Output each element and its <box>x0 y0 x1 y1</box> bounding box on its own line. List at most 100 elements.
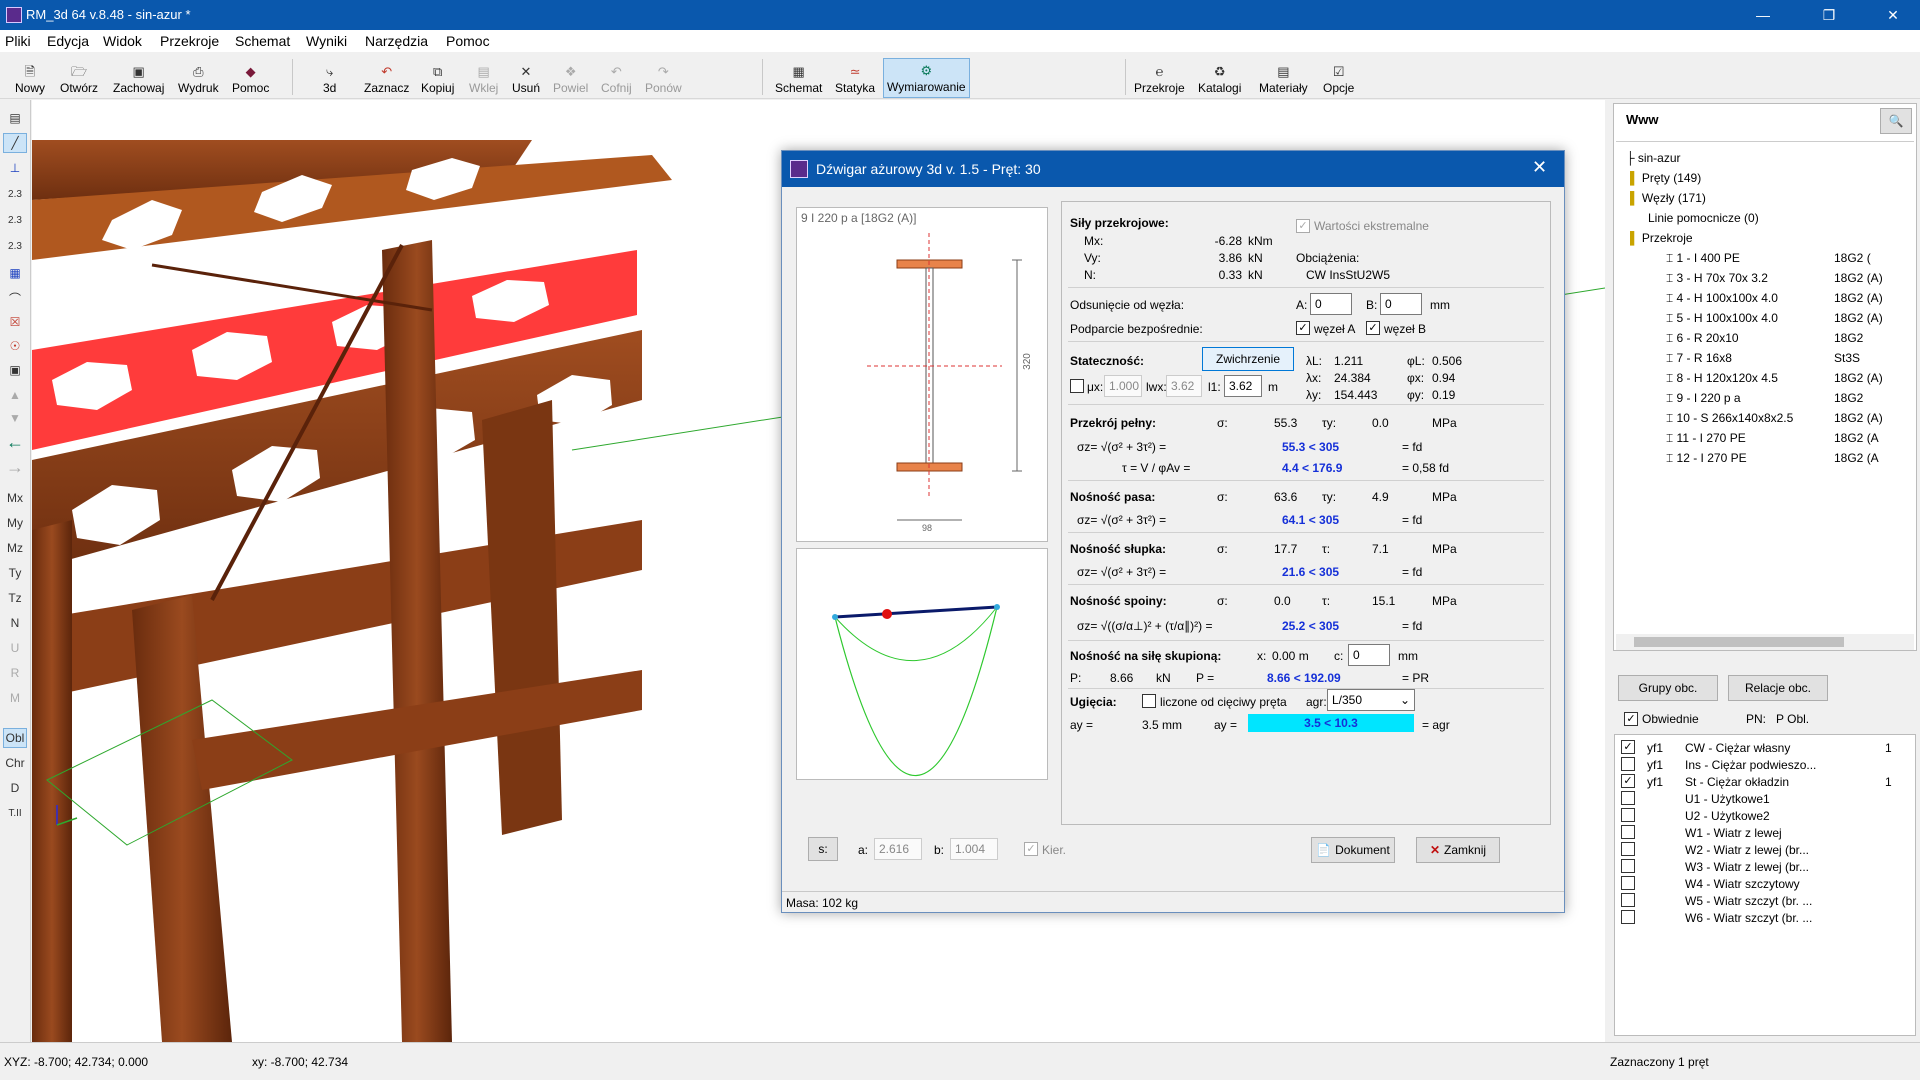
grid-icon[interactable]: ▦ <box>3 263 27 283</box>
tree-item-guides[interactable]: Linie pomocnicze (0) <box>1648 211 1759 225</box>
node-b-checkbox[interactable]: ✓ <box>1366 321 1380 335</box>
tree-root[interactable]: ├ sin-azur <box>1626 151 1681 165</box>
load-case-row[interactable]: ✓ yf1 CW - Ciężar własny 1 <box>1615 739 1915 756</box>
direction-checkbox[interactable]: ✓ <box>1024 842 1038 856</box>
dialog-close-icon[interactable]: ✕ <box>1532 157 1547 178</box>
tree-section-item[interactable]: ⌶ 8 - H 120x120x 4.5 18G2 (A) <box>1666 371 1911 386</box>
close-window-button[interactable]: ✕ <box>1870 0 1916 30</box>
load-case-checkbox[interactable] <box>1621 910 1635 924</box>
b-input[interactable]: 1.004 <box>950 838 998 860</box>
opcje-button[interactable]: ☑ Opcje <box>1320 56 1357 98</box>
result-my[interactable]: My <box>3 513 27 533</box>
view-3d-button[interactable]: ⤷ 3d <box>320 56 339 98</box>
load-tool-2[interactable]: 2.3 <box>3 210 27 230</box>
tree-section-item[interactable]: ⌶ 11 - I 270 PE 18G2 (A <box>1666 431 1911 446</box>
redo-button[interactable]: ↷ Ponów <box>642 56 685 98</box>
menu-przekroje[interactable]: Przekroje <box>160 33 219 49</box>
tree-horizontal-scrollbar[interactable] <box>1616 634 1914 650</box>
tree-section-item[interactable]: ⌶ 3 - H 70x 70x 3.2 18G2 (A) <box>1666 271 1911 286</box>
load-case-checkbox[interactable] <box>1621 825 1635 839</box>
load-relations-button[interactable]: Relacje obc. <box>1728 675 1828 701</box>
load-case-checkbox[interactable] <box>1621 808 1635 822</box>
load-case-checkbox[interactable] <box>1621 757 1635 771</box>
new-button[interactable]: 🗎 Nowy <box>12 56 48 98</box>
load-case-checkbox[interactable]: ✓ <box>1621 740 1635 754</box>
menu-pliki[interactable]: Pliki <box>5 33 31 49</box>
tree-section-item[interactable]: ⌶ 10 - S 266x140x8x2.5 18G2 (A) <box>1666 411 1911 426</box>
save-button[interactable]: ▣ Zachowaj <box>110 56 167 98</box>
restore-button[interactable]: ❐ <box>1806 0 1852 30</box>
menu-edycja[interactable]: Edycja <box>47 33 89 49</box>
katalogi-button[interactable]: ♻ Katalogi <box>1195 56 1244 98</box>
offset-b-input[interactable]: 0 <box>1380 293 1422 315</box>
load-case-row[interactable]: yf1 Ins - Ciężar podwieszo... <box>1615 756 1915 773</box>
member-tool-icon[interactable]: ╱ <box>3 133 27 153</box>
tree-section-item[interactable]: ⌶ 5 - H 100x100x 4.0 18G2 (A) <box>1666 311 1911 326</box>
view-icon[interactable]: ▤ <box>3 108 27 128</box>
mu-checkbox[interactable] <box>1070 379 1084 393</box>
open-button[interactable]: 🗁 Otwórz <box>57 56 101 98</box>
brace-icon[interactable]: ☒ <box>3 312 27 332</box>
print-button[interactable]: ⎙ Wydruk <box>175 56 222 98</box>
schemat-button[interactable]: ▦ Schemat <box>772 56 825 98</box>
load-case-row[interactable]: W6 - Wiatr szczyt (br. ... <box>1615 909 1915 926</box>
help-button[interactable]: ◆ Pomoc <box>229 56 272 98</box>
load-case-checkbox[interactable] <box>1621 859 1635 873</box>
agr-select[interactable]: L/350 ⌄ <box>1327 689 1415 711</box>
arrow-down-icon[interactable]: ▼ <box>3 408 27 428</box>
lateral-buckling-button[interactable]: Zwichrzenie <box>1202 347 1294 371</box>
load-tool-1[interactable]: 2.3 <box>3 184 27 204</box>
load-case-row[interactable]: W5 - Wiatr szczyt (br. ... <box>1615 892 1915 909</box>
mu-input[interactable]: 1.000 <box>1104 375 1142 397</box>
load-groups-button[interactable]: Grupy obc. <box>1618 675 1718 701</box>
load-case-checkbox[interactable] <box>1621 876 1635 890</box>
tree-item-members[interactable]: ▌ Pręty (149) <box>1630 171 1701 185</box>
l1-input[interactable]: 3.62 <box>1224 375 1262 397</box>
delete-button[interactable]: ✕ Usuń <box>509 56 543 98</box>
statyka-button[interactable]: ≃ Statyka <box>832 56 878 98</box>
menu-wyniki[interactable]: Wyniki <box>306 33 347 49</box>
result-u[interactable]: U <box>3 638 27 658</box>
extreme-values-checkbox[interactable]: ✓ <box>1296 219 1310 233</box>
a-input[interactable]: 2.616 <box>874 838 922 860</box>
tree-section-item[interactable]: ⌶ 1 - I 400 PE 18G2 ( <box>1666 251 1911 266</box>
search-button[interactable]: 🔍 <box>1880 108 1912 134</box>
load-case-row[interactable]: ✓ yf1 St - Ciężar okładzin 1 <box>1615 773 1915 790</box>
menu-widok[interactable]: Widok <box>103 33 142 49</box>
result-ty[interactable]: Ty <box>3 563 27 583</box>
node-a-checkbox[interactable]: ✓ <box>1296 321 1310 335</box>
load-case-row[interactable]: W4 - Wiatr szczytowy <box>1615 875 1915 892</box>
envelopes-checkbox[interactable]: ✓ <box>1624 712 1638 726</box>
tree-section-item[interactable]: ⌶ 4 - H 100x100x 4.0 18G2 (A) <box>1666 291 1911 306</box>
arrow-up-icon[interactable]: ▲ <box>3 385 27 405</box>
menu-pomoc[interactable]: Pomoc <box>446 33 490 49</box>
copy-button[interactable]: ⧉ Kopiuj <box>418 56 457 98</box>
load-case-row[interactable]: W2 - Wiatr z lewej (br... <box>1615 841 1915 858</box>
arrow-left-icon[interactable]: ← <box>3 432 27 452</box>
load-case-checkbox[interactable] <box>1621 893 1635 907</box>
result-obl[interactable]: Obl <box>3 728 27 748</box>
load-case-checkbox[interactable]: ✓ <box>1621 774 1635 788</box>
menu-schemat[interactable]: Schemat <box>235 33 290 49</box>
support-icon[interactable]: ⊥ <box>3 158 27 178</box>
tree-section-item[interactable]: ⌶ 9 - I 220 p a 18G2 <box>1666 391 1911 406</box>
result-n[interactable]: N <box>3 613 27 633</box>
minimize-button[interactable]: — <box>1740 0 1786 30</box>
wymiarowanie-button[interactable]: ⚙ Wymiarowanie <box>883 58 970 98</box>
repeat-button[interactable]: ❖ Powiel <box>550 56 591 98</box>
tree-section-item[interactable]: ⌶ 7 - R 16x8 St3S <box>1666 351 1911 366</box>
offset-a-input[interactable]: 0 <box>1310 293 1352 315</box>
load-case-row[interactable]: U2 - Użytkowe2 <box>1615 807 1915 824</box>
tree-section-item[interactable]: ⌶ 12 - I 270 PE 18G2 (A <box>1666 451 1911 466</box>
result-d[interactable]: D <box>3 778 27 798</box>
load-case-row[interactable]: W3 - Wiatr z lewej (br... <box>1615 858 1915 875</box>
load-case-checkbox[interactable] <box>1621 791 1635 805</box>
result-chr[interactable]: Chr <box>3 753 27 773</box>
result-m[interactable]: M <box>3 688 27 708</box>
undo-button[interactable]: ↶ Cofnij <box>598 56 635 98</box>
conc-c-input[interactable]: 0 <box>1348 644 1390 666</box>
select-button[interactable]: ↶ Zaznacz <box>361 56 412 98</box>
node-icon[interactable]: ☉ <box>3 336 27 356</box>
menu-narzedzia[interactable]: Narzędzia <box>365 33 428 49</box>
przekroje-button[interactable]: ℮ Przekroje <box>1131 56 1188 98</box>
